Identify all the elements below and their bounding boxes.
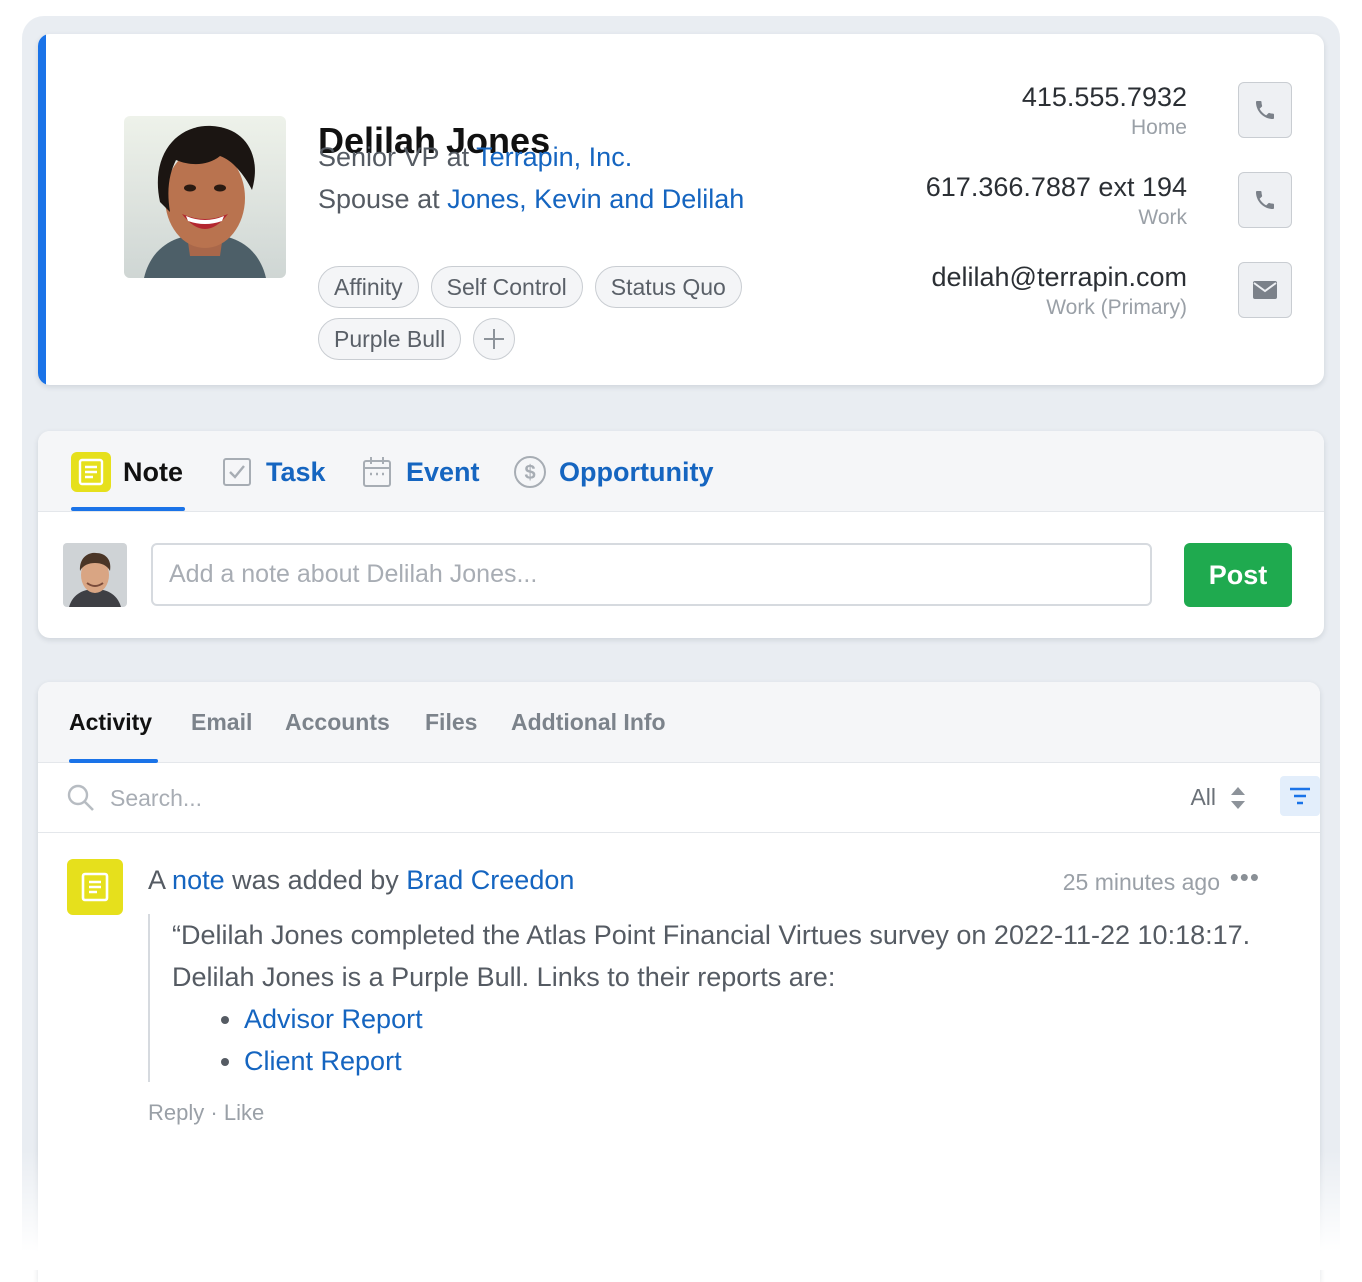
add-tag-button[interactable] bbox=[473, 318, 516, 360]
tab-email[interactable]: Email bbox=[191, 709, 252, 736]
tab-opportunity-label: Opportunity bbox=[559, 456, 714, 487]
tab-accounts[interactable]: Accounts bbox=[285, 709, 390, 736]
tab-task[interactable]: Task bbox=[220, 451, 326, 493]
email-row: delilah@terrapin.com Work (Primary) bbox=[692, 262, 1292, 322]
report-links: Advisor Report Client Report bbox=[172, 998, 1252, 1082]
client-report-link[interactable]: Client Report bbox=[244, 1040, 1252, 1082]
feed-middle: was added by bbox=[232, 865, 399, 895]
contact-card: Delilah Jones Senior VP at Terrapin, Inc… bbox=[38, 34, 1324, 385]
filter-button[interactable] bbox=[1280, 776, 1320, 816]
call-home-button[interactable] bbox=[1238, 82, 1292, 138]
note-text: “Delilah Jones completed the Atlas Point… bbox=[172, 920, 1251, 992]
dollar-icon: $ bbox=[513, 455, 547, 489]
call-work-button[interactable] bbox=[1238, 172, 1292, 228]
role-prefix: Senior VP at bbox=[318, 142, 470, 172]
feed-timestamp: 25 minutes ago bbox=[1062, 869, 1220, 895]
phone-work-row: 617.366.7887 ext 194 Work bbox=[692, 172, 1292, 232]
action-separator: · bbox=[210, 1100, 218, 1125]
phone-icon bbox=[1256, 191, 1274, 209]
current-user-avatar bbox=[63, 543, 127, 607]
active-tab-indicator bbox=[71, 507, 185, 511]
composer-tabbar: Note Task Event $ Opportunity bbox=[38, 431, 1324, 512]
tab-note[interactable]: Note bbox=[71, 451, 183, 493]
tab-additional-info[interactable]: Addtional Info bbox=[511, 709, 666, 736]
tab-event[interactable]: Event bbox=[360, 451, 480, 493]
search-icon bbox=[67, 784, 94, 811]
tab-note-label: Note bbox=[123, 456, 183, 487]
plus-icon bbox=[484, 329, 505, 349]
contact-accent-bar bbox=[38, 34, 46, 385]
feed-type-link[interactable]: note bbox=[172, 865, 225, 895]
contact-avatar bbox=[124, 116, 286, 278]
composer-card: Note Task Event $ Opportunity Add a note… bbox=[38, 431, 1324, 638]
email-address[interactable]: delilah@terrapin.com bbox=[931, 262, 1187, 293]
svg-text:$: $ bbox=[524, 462, 535, 484]
role-prefix: Spouse at bbox=[318, 184, 440, 214]
post-button[interactable]: Post bbox=[1184, 543, 1292, 607]
like-link[interactable]: Like bbox=[224, 1100, 264, 1125]
activity-type-select[interactable]: All bbox=[1190, 784, 1248, 811]
tag[interactable]: Purple Bull bbox=[318, 318, 462, 360]
email-label: Work (Primary) bbox=[1046, 296, 1187, 319]
tag[interactable]: Self Control bbox=[430, 266, 583, 308]
feed-actions: Reply · Like bbox=[148, 1100, 264, 1126]
phone-home-row: 415.555.7932 Home bbox=[692, 82, 1292, 142]
contact-role-household: Spouse at Jones, Kevin and Delilah bbox=[318, 184, 744, 215]
tag[interactable]: Affinity bbox=[318, 266, 419, 308]
feed-author-link[interactable]: Brad Creedon bbox=[406, 865, 574, 895]
filter-icon bbox=[1290, 787, 1310, 805]
mail-icon bbox=[1253, 281, 1277, 299]
activity-tabbar: Activity Email Accounts Files Addtional … bbox=[38, 682, 1320, 763]
tab-files[interactable]: Files bbox=[425, 709, 477, 736]
feed-note-body: “Delilah Jones completed the Atlas Point… bbox=[148, 914, 1252, 1082]
phone-work-label: Work bbox=[1138, 206, 1187, 229]
note-input[interactable] bbox=[151, 543, 1152, 606]
feed-item-header: A note was added by Brad Creedon bbox=[148, 865, 574, 896]
advisor-report-link[interactable]: Advisor Report bbox=[244, 998, 1252, 1040]
activity-card: Activity Email Accounts Files Addtional … bbox=[38, 682, 1320, 1282]
contact-role-employer: Senior VP at Terrapin, Inc. bbox=[318, 142, 632, 173]
calendar-icon bbox=[360, 455, 394, 489]
phone-icon bbox=[1256, 101, 1274, 119]
search-input[interactable] bbox=[108, 778, 1012, 818]
tab-event-label: Event bbox=[406, 456, 480, 487]
sort-arrows-icon bbox=[1231, 786, 1245, 809]
tab-task-label: Task bbox=[266, 456, 326, 487]
employer-link[interactable]: Terrapin, Inc. bbox=[476, 142, 632, 172]
phone-home-label: Home bbox=[1130, 116, 1187, 139]
note-icon bbox=[71, 452, 111, 492]
feed-note-icon bbox=[67, 859, 123, 915]
checkbox-icon bbox=[220, 455, 254, 489]
activity-type-value: All bbox=[1190, 784, 1216, 810]
tab-activity[interactable]: Activity bbox=[69, 709, 152, 736]
tab-opportunity[interactable]: $ Opportunity bbox=[513, 451, 713, 493]
phone-work-number[interactable]: 617.366.7887 ext 194 bbox=[926, 172, 1187, 203]
reply-link[interactable]: Reply bbox=[148, 1100, 204, 1125]
phone-home-number[interactable]: 415.555.7932 bbox=[1022, 82, 1187, 113]
activity-search-bar: All bbox=[38, 762, 1320, 833]
send-email-button[interactable] bbox=[1238, 262, 1292, 318]
more-options-button[interactable]: ••• bbox=[1230, 862, 1260, 893]
feed-prefix: A bbox=[148, 865, 165, 895]
